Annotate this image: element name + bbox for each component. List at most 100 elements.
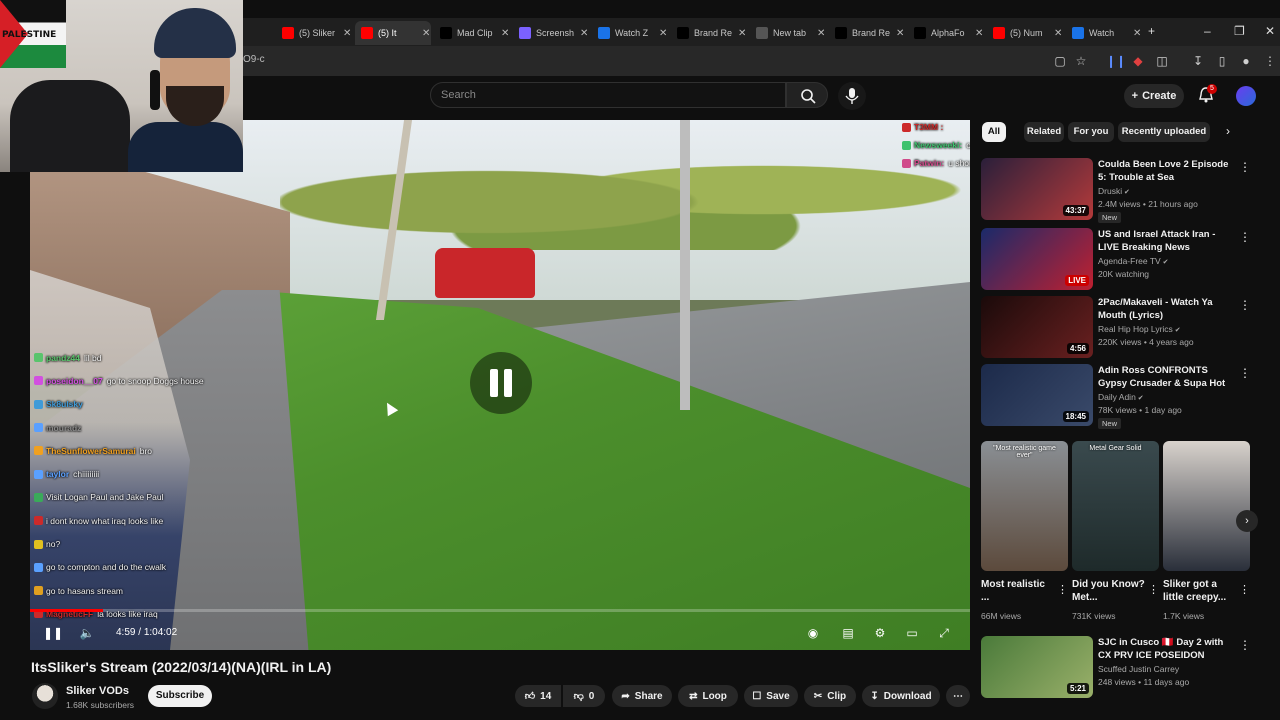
tab-close-icon[interactable]: ✕ (580, 28, 588, 39)
browser-tab[interactable]: Watch Z ✕ (592, 21, 668, 45)
more-options-icon[interactable]: ⋮ (1239, 230, 1251, 244)
channel-avatar[interactable] (32, 683, 58, 709)
recommended-channel[interactable]: Druski ✔ (1098, 186, 1130, 196)
shorts-next-arrow-icon[interactable]: › (1236, 510, 1258, 532)
center-pause-button[interactable] (470, 352, 532, 414)
like-button[interactable]: 👍︎ 14 (515, 685, 561, 707)
loop-button[interactable]: ⇄ Loop (678, 685, 738, 707)
extension-red-icon[interactable]: ◆ (1130, 53, 1146, 69)
captions-icon[interactable]: ▤ (840, 624, 856, 642)
video-thumbnail[interactable]: 4:56 (981, 296, 1093, 358)
more-options-icon[interactable]: ⋮ (1057, 583, 1068, 596)
browser-menu-icon[interactable]: ⋮ (1262, 53, 1278, 69)
tab-close-icon[interactable]: ✕ (817, 28, 825, 39)
short-title[interactable]: Sliker got a little creepy... (1163, 578, 1238, 604)
browser-tab[interactable]: AlphaFo ✕ (908, 21, 984, 45)
browser-tab[interactable]: Brand Re ✕ (829, 21, 905, 45)
restore-icon[interactable]: ❐ (1234, 24, 1245, 38)
more-options-icon[interactable]: ⋮ (1148, 583, 1159, 596)
browser-tab[interactable]: (5) Sliker ✕ (276, 21, 352, 45)
split-view-icon[interactable]: ▯ (1214, 53, 1230, 69)
recommended-channel[interactable]: Daily Adin ✔ (1098, 392, 1144, 402)
tab-close-icon[interactable]: ✕ (896, 28, 904, 39)
account-avatar[interactable] (1236, 86, 1256, 106)
recommended-video[interactable]: LIVE US and Israel Attack Iran - LIVE Bre… (981, 228, 1251, 290)
recommended-channel[interactable]: Scuffed Justin Carrey (1098, 664, 1179, 674)
close-window-icon[interactable]: ✕ (1265, 24, 1275, 38)
volume-icon[interactable]: 🔈 (80, 624, 95, 642)
subscribe-button[interactable]: Subscribe (148, 685, 212, 707)
save-button[interactable]: ☐ Save (744, 685, 798, 707)
extension-audio-icon[interactable]: ❙❙ (1106, 53, 1126, 69)
search-button[interactable] (786, 82, 828, 108)
video-thumbnail[interactable]: LIVE (981, 228, 1093, 290)
recommended-channel[interactable]: Real Hip Hop Lyrics ✔ (1098, 324, 1181, 334)
new-tab-icon[interactable]: + (1148, 24, 1155, 38)
chips-next-arrow-icon[interactable]: › (1226, 124, 1230, 138)
short-thumbnail[interactable]: Metal Gear Solid (1072, 441, 1159, 571)
recommended-video[interactable]: 18:45 Adin Ross CONFRONTS Gypsy Crusader … (981, 364, 1251, 429)
browser-tab[interactable]: Watch ✕ (1066, 21, 1142, 45)
url-text[interactable]: O9-c (243, 54, 265, 65)
video-player[interactable]: T3MM :T3MM :T3MM :Newsweeki:oncheeka her… (30, 120, 970, 650)
channel-name[interactable]: Sliker VODs (66, 685, 129, 697)
extensions-puzzle-icon[interactable]: ◫ (1154, 53, 1170, 69)
clip-button[interactable]: ✂ Clip (804, 685, 856, 707)
filter-chip[interactable]: For you (1068, 122, 1114, 142)
share-button[interactable]: ➦ Share (612, 685, 672, 707)
cast-icon[interactable]: ▢ (1052, 53, 1068, 69)
bookmark-star-icon[interactable]: ☆ (1073, 53, 1089, 69)
download-icon[interactable]: ↧ (1190, 53, 1206, 69)
short-title[interactable]: Most realistic ... (981, 578, 1056, 604)
recommended-title[interactable]: Coulda Been Love 2 Episode 5: Trouble at… (1098, 158, 1230, 184)
recommended-video[interactable]: 43:37 Coulda Been Love 2 Episode 5: Troub… (981, 158, 1251, 223)
autoplay-toggle-icon[interactable]: ◉ (806, 624, 820, 642)
tab-close-icon[interactable]: ✕ (1133, 28, 1141, 39)
profile-icon[interactable]: ● (1238, 53, 1254, 69)
minimize-icon[interactable]: – (1204, 24, 1211, 38)
filter-chip[interactable]: Related (1024, 122, 1064, 142)
recommended-title[interactable]: Adin Ross CONFRONTS Gypsy Crusader & Sup… (1098, 364, 1230, 390)
tab-close-icon[interactable]: ✕ (738, 28, 746, 39)
voice-search-button[interactable] (838, 82, 866, 110)
tab-close-icon[interactable]: ✕ (343, 28, 351, 39)
browser-tab[interactable]: Screensh ✕ (513, 21, 589, 45)
recommended-video[interactable]: 5:21 SJC in Cusco 🇵🇪 Day 2 with CX PRV IC… (981, 636, 1251, 698)
tab-close-icon[interactable]: ✕ (975, 28, 983, 39)
download-button[interactable]: ↧ Download (862, 685, 940, 707)
tab-close-icon[interactable]: ✕ (1054, 28, 1062, 39)
video-thumbnail[interactable]: 43:37 (981, 158, 1093, 220)
short-thumbnail[interactable]: "Most realistic game ever" (981, 441, 1068, 571)
tab-close-icon[interactable]: ✕ (659, 28, 667, 39)
short-title[interactable]: Did you Know? Met... (1072, 578, 1147, 604)
tab-close-icon[interactable]: ✕ (501, 28, 509, 39)
more-options-icon[interactable]: ⋮ (1239, 366, 1251, 380)
more-options-icon[interactable]: ⋮ (1239, 160, 1251, 174)
recommended-channel[interactable]: Agenda-Free TV ✔ (1098, 256, 1169, 266)
more-options-icon[interactable]: ⋮ (1239, 638, 1251, 652)
more-actions-button[interactable]: ⋯ (946, 685, 970, 707)
browser-tab[interactable]: Brand Re ✕ (671, 21, 747, 45)
filter-chip[interactable]: Recently uploaded (1118, 122, 1210, 142)
recommended-title[interactable]: US and Israel Attack Iran - LIVE Breakin… (1098, 228, 1230, 254)
recommended-video[interactable]: 4:56 2Pac/Makaveli - Watch Ya Mouth (Lyri… (981, 296, 1251, 358)
browser-tab[interactable]: New tab ✕ (750, 21, 826, 45)
video-thumbnail[interactable]: 5:21 (981, 636, 1093, 698)
dislike-button[interactable]: 👎︎ 0 (563, 685, 605, 707)
browser-tab[interactable]: (5) Num ✕ (987, 21, 1063, 45)
settings-gear-icon[interactable]: ⚙ (872, 624, 888, 642)
search-input[interactable]: Search (430, 82, 786, 108)
recommended-title[interactable]: 2Pac/Makaveli - Watch Ya Mouth (Lyrics) (1098, 296, 1230, 322)
tab-close-icon[interactable]: ✕ (422, 28, 430, 39)
recommended-title[interactable]: SJC in Cusco 🇵🇪 Day 2 with CX PRV ICE PO… (1098, 636, 1230, 662)
video-thumbnail[interactable]: 18:45 (981, 364, 1093, 426)
short-thumbnail[interactable] (1163, 441, 1250, 571)
browser-tab[interactable]: (5) It ✕ (355, 21, 431, 45)
browser-tab[interactable]: Mad Clip ✕ (434, 21, 510, 45)
progress-bar[interactable] (30, 609, 970, 612)
pause-icon[interactable]: ❚❚ (43, 624, 63, 642)
filter-chip[interactable]: All (982, 122, 1006, 142)
fullscreen-icon[interactable]: ⤢ (936, 624, 952, 642)
theater-mode-icon[interactable]: ▭ (904, 624, 920, 642)
more-options-icon[interactable]: ⋮ (1239, 583, 1250, 596)
